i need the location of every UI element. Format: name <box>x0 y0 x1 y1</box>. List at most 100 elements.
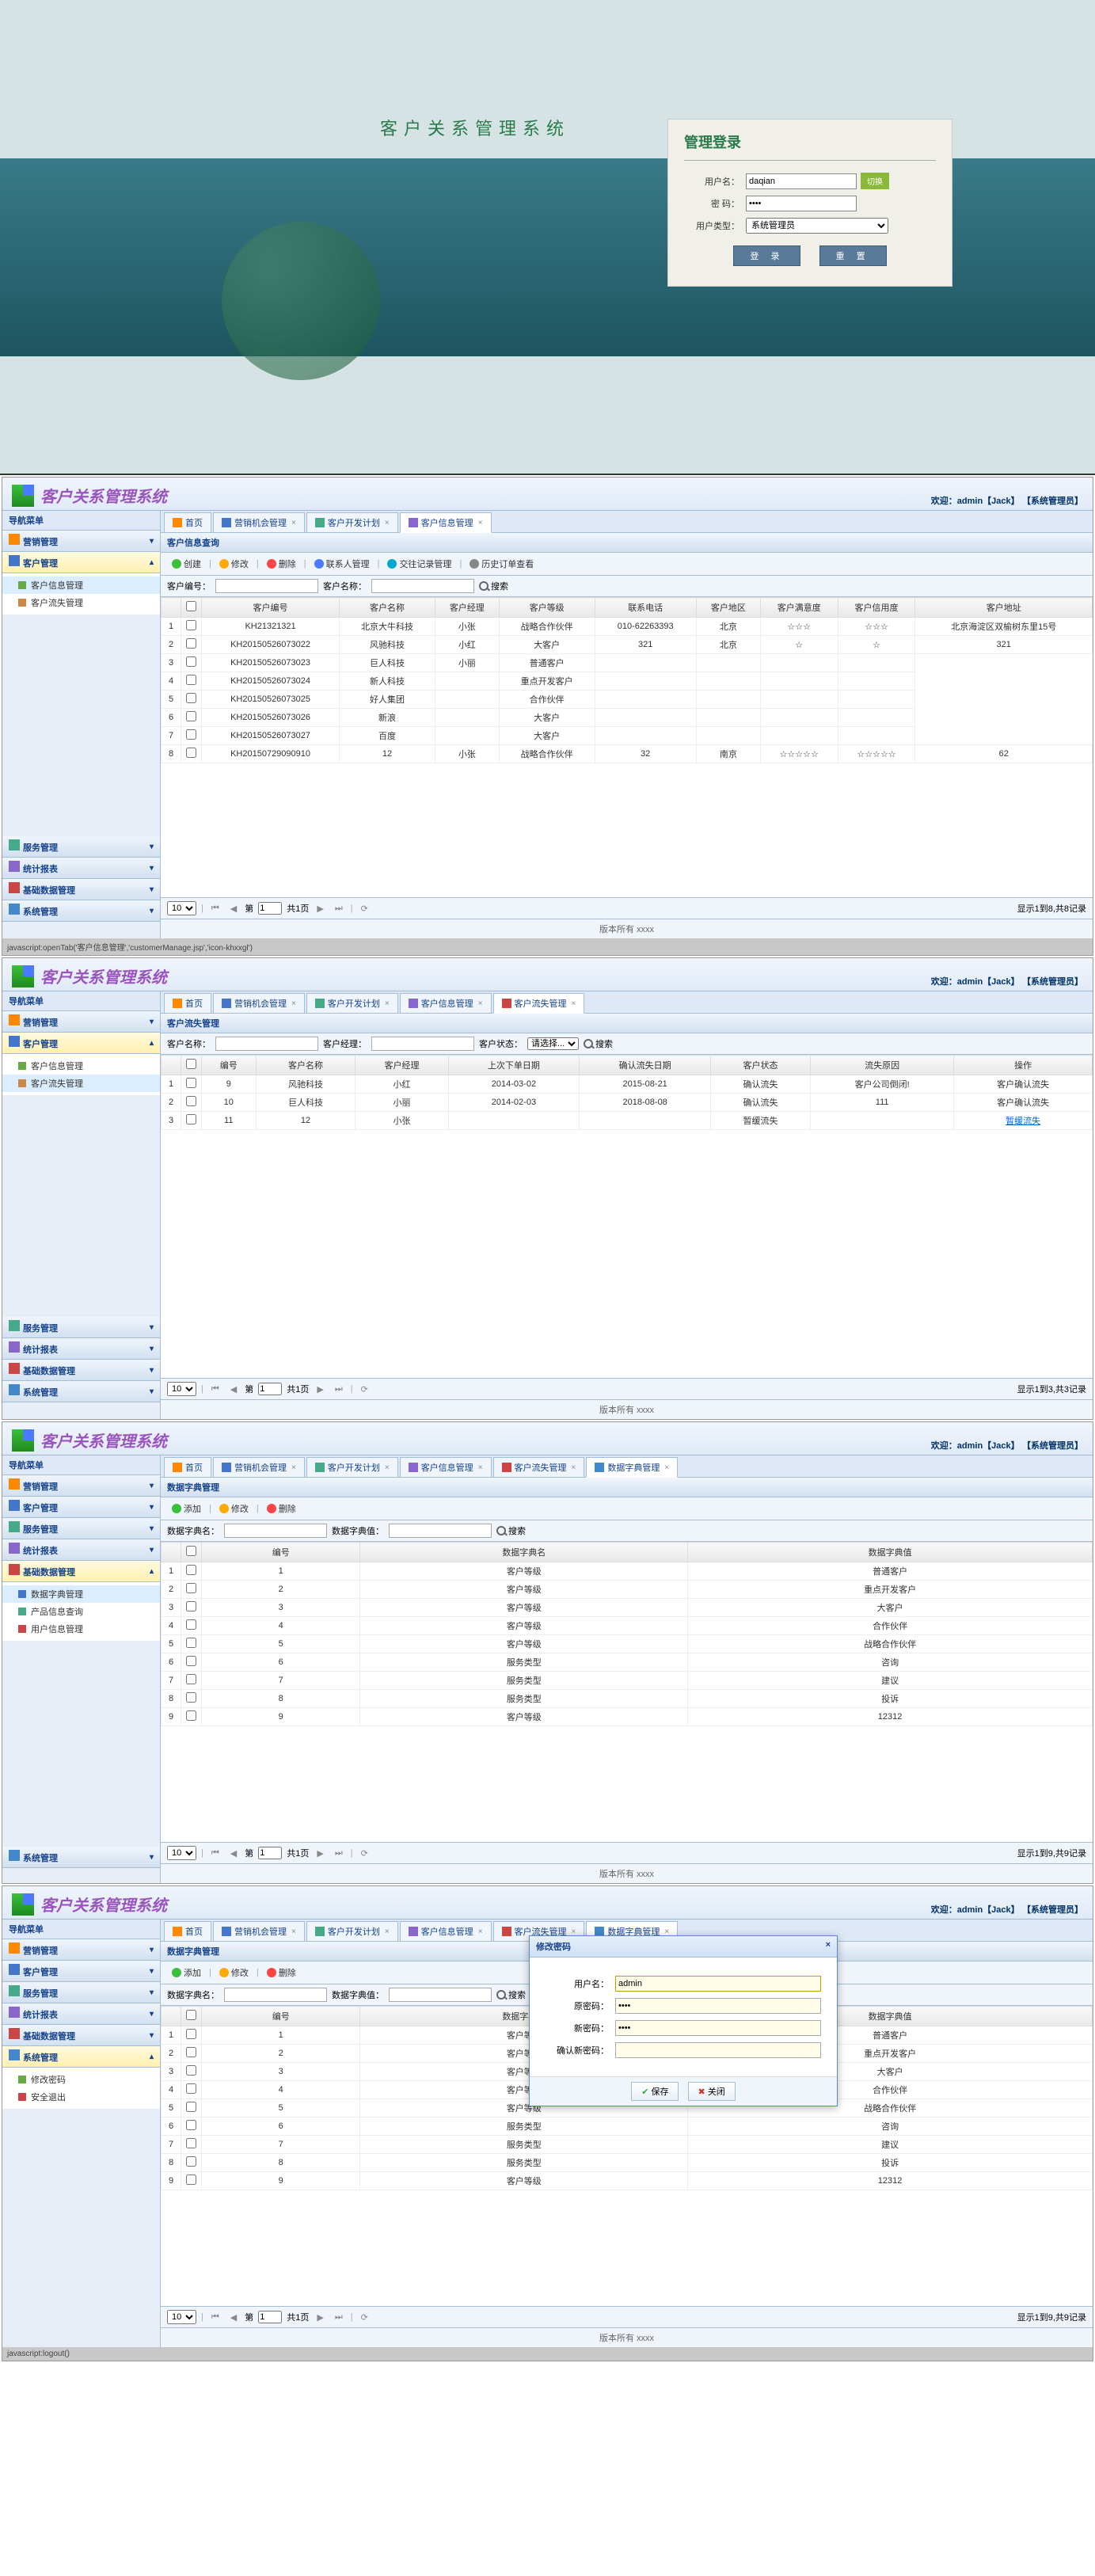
tab-home[interactable]: 首页 <box>164 1457 211 1477</box>
nav-jichu[interactable]: 基础数据管理▾ <box>2 879 160 900</box>
dialog-oldpwd-input[interactable] <box>615 1998 821 2014</box>
row-checkbox[interactable] <box>186 2102 196 2112</box>
submenu-kehu-loss[interactable]: 客户流失管理 <box>2 1075 160 1092</box>
delete-button[interactable]: 删除 <box>262 556 301 572</box>
action-link[interactable]: 暂缓流失 <box>954 1112 1093 1130</box>
table-row[interactable]: 66服务类型咨询 <box>162 2117 1093 2136</box>
row-checkbox[interactable] <box>186 1114 196 1124</box>
search-name-input[interactable] <box>371 579 474 593</box>
nav-yingxiao[interactable]: 营销管理▾ <box>2 1939 160 1961</box>
row-checkbox[interactable] <box>186 2083 196 2094</box>
tab-kh-dev[interactable]: 客户开发计划× <box>306 1457 398 1477</box>
table-row[interactable]: 1KH21321321北京大牛科技小张战略合作伙伴010-62263393北京☆… <box>162 618 1093 636</box>
row-checkbox[interactable] <box>186 693 196 703</box>
row-checkbox[interactable] <box>186 2175 196 2185</box>
table-row[interactable]: 5KH20150526073025好人集团合作伙伴 <box>162 691 1093 709</box>
delete-button[interactable]: 删除 <box>262 1501 301 1516</box>
row-checkbox[interactable] <box>186 2047 196 2057</box>
reset-button[interactable]: 重 置 <box>819 245 887 266</box>
row-checkbox[interactable] <box>186 1656 196 1666</box>
search-state-select[interactable]: 请选择... <box>527 1037 579 1050</box>
row-checkbox[interactable] <box>186 2065 196 2076</box>
table-row[interactable]: 77服务类型建议 <box>162 1672 1093 1690</box>
table-row[interactable]: 3KH20150526073023巨人科技小丽普通客户 <box>162 654 1093 672</box>
row-checkbox[interactable] <box>186 1710 196 1721</box>
search-name-input[interactable] <box>215 1037 318 1051</box>
table-row[interactable]: 2KH20150526073022风驰科技小红大客户321北京☆☆321 <box>162 636 1093 654</box>
history-button[interactable]: 历史订单查看 <box>465 556 538 572</box>
submenu-user[interactable]: 用户信息管理 <box>2 1620 160 1638</box>
nav-tongji[interactable]: 统计报表▾ <box>2 1539 160 1561</box>
submenu-dict[interactable]: 数据字典管理 <box>2 1585 160 1603</box>
submenu-kehu-loss[interactable]: 客户流失管理 <box>2 594 160 611</box>
page-size-select[interactable]: 10 <box>167 1382 196 1396</box>
nav-kehu[interactable]: 客户管理▴ <box>2 1033 160 1054</box>
next-page-button[interactable]: ▶ <box>314 902 326 915</box>
nav-tongji[interactable]: 统计报表▾ <box>2 858 160 879</box>
table-row[interactable]: 44客户等级合作伙伴 <box>162 1617 1093 1635</box>
row-checkbox[interactable] <box>186 2120 196 2130</box>
nav-fuwu[interactable]: 服务管理▾ <box>2 1518 160 1539</box>
search-mgr-input[interactable] <box>371 1037 474 1051</box>
row-checkbox[interactable] <box>186 1565 196 1575</box>
tab-yx-chance[interactable]: 营销机会管理× <box>213 993 305 1013</box>
close-icon[interactable]: × <box>826 1940 831 1953</box>
edit-button[interactable]: 修改 <box>215 556 253 572</box>
table-row[interactable]: 31112小张暂缓流失暂缓流失 <box>162 1112 1093 1130</box>
row-checkbox[interactable] <box>186 2138 196 2148</box>
tab-yx-chance[interactable]: 营销机会管理× <box>213 512 305 532</box>
nav-jichu[interactable]: 基础数据管理▾ <box>2 2025 160 2046</box>
table-row[interactable]: 99客户等级12312 <box>162 2172 1093 2190</box>
table-row[interactable]: 19风驰科技小红2014-03-022015-08-21确认流失客户公司倒闭!客… <box>162 1075 1093 1094</box>
table-row[interactable]: 33客户等级大客户 <box>162 1599 1093 1617</box>
table-row[interactable]: 22客户等级重点开发客户 <box>162 1581 1093 1599</box>
submenu-change-pwd[interactable]: 修改密码 <box>2 2071 160 2088</box>
table-row[interactable]: 7KH20150526073027百度大客户 <box>162 727 1093 745</box>
table-row[interactable]: 77服务类型建议 <box>162 2136 1093 2154</box>
tab-kh-dev[interactable]: 客户开发计划× <box>306 1921 398 1941</box>
add-button[interactable]: 添加 <box>167 1501 206 1516</box>
search-button[interactable]: 搜索 <box>496 1988 526 2001</box>
table-row[interactable]: 11客户等级普通客户 <box>162 1562 1093 1581</box>
search-val-input[interactable] <box>389 1524 492 1538</box>
close-icon[interactable]: × <box>291 519 296 527</box>
row-checkbox[interactable] <box>186 1674 196 1684</box>
edit-button[interactable]: 修改 <box>215 1965 253 1981</box>
table-row[interactable]: 8KH2015072909091012小张战略合作伙伴32南京☆☆☆☆☆☆☆☆☆… <box>162 745 1093 763</box>
table-row[interactable]: 55客户等级战略合作伙伴 <box>162 1635 1093 1653</box>
row-checkbox[interactable] <box>186 1583 196 1593</box>
dialog-newpwd-input[interactable] <box>615 2020 821 2036</box>
close-button[interactable]: ✖ 关闭 <box>688 2082 736 2101</box>
nav-kehu[interactable]: 客户管理▾ <box>2 1497 160 1518</box>
tab-home[interactable]: 首页 <box>164 512 211 532</box>
submenu-safe-exit[interactable]: 安全退出 <box>2 2088 160 2106</box>
table-row[interactable]: 88服务类型投诉 <box>162 1690 1093 1708</box>
tab-kh-dev[interactable]: 客户开发计划× <box>306 993 398 1013</box>
switch-button[interactable]: 切换 <box>861 173 889 189</box>
row-checkbox[interactable] <box>186 656 196 667</box>
table-row[interactable]: 66服务类型咨询 <box>162 1653 1093 1672</box>
nav-jichu[interactable]: 基础数据管理▴ <box>2 1561 160 1582</box>
tab-home[interactable]: 首页 <box>164 1921 211 1941</box>
username-input[interactable] <box>746 173 857 189</box>
row-checkbox[interactable] <box>186 711 196 721</box>
record-button[interactable]: 交往记录管理 <box>382 556 456 572</box>
delete-button[interactable]: 删除 <box>262 1965 301 1981</box>
select-all-checkbox[interactable] <box>186 1546 196 1556</box>
table-row[interactable]: 4KH20150526073024新人科技重点开发客户 <box>162 672 1093 691</box>
nav-yingxiao[interactable]: 营销管理▾ <box>2 1475 160 1497</box>
nav-fuwu[interactable]: 服务管理▾ <box>2 1317 160 1338</box>
tab-kh-info[interactable]: 客户信息管理× <box>400 512 492 533</box>
add-button[interactable]: 添加 <box>167 1965 206 1981</box>
nav-kehu[interactable]: 客户管理▴ <box>2 552 160 573</box>
contact-button[interactable]: 联系人管理 <box>310 556 375 572</box>
select-all-checkbox[interactable] <box>186 1059 196 1069</box>
nav-jichu[interactable]: 基础数据管理▾ <box>2 1360 160 1381</box>
password-input[interactable] <box>746 196 857 211</box>
nav-fuwu[interactable]: 服务管理▾ <box>2 1982 160 2003</box>
tab-yx-chance[interactable]: 营销机会管理× <box>213 1921 305 1941</box>
nav-xitong[interactable]: 系统管理▾ <box>2 900 160 922</box>
search-button[interactable]: 搜索 <box>496 1524 526 1537</box>
usertype-select[interactable]: 系统管理员 <box>746 218 888 234</box>
tab-kh-loss[interactable]: 客户流失管理× <box>493 993 585 1014</box>
